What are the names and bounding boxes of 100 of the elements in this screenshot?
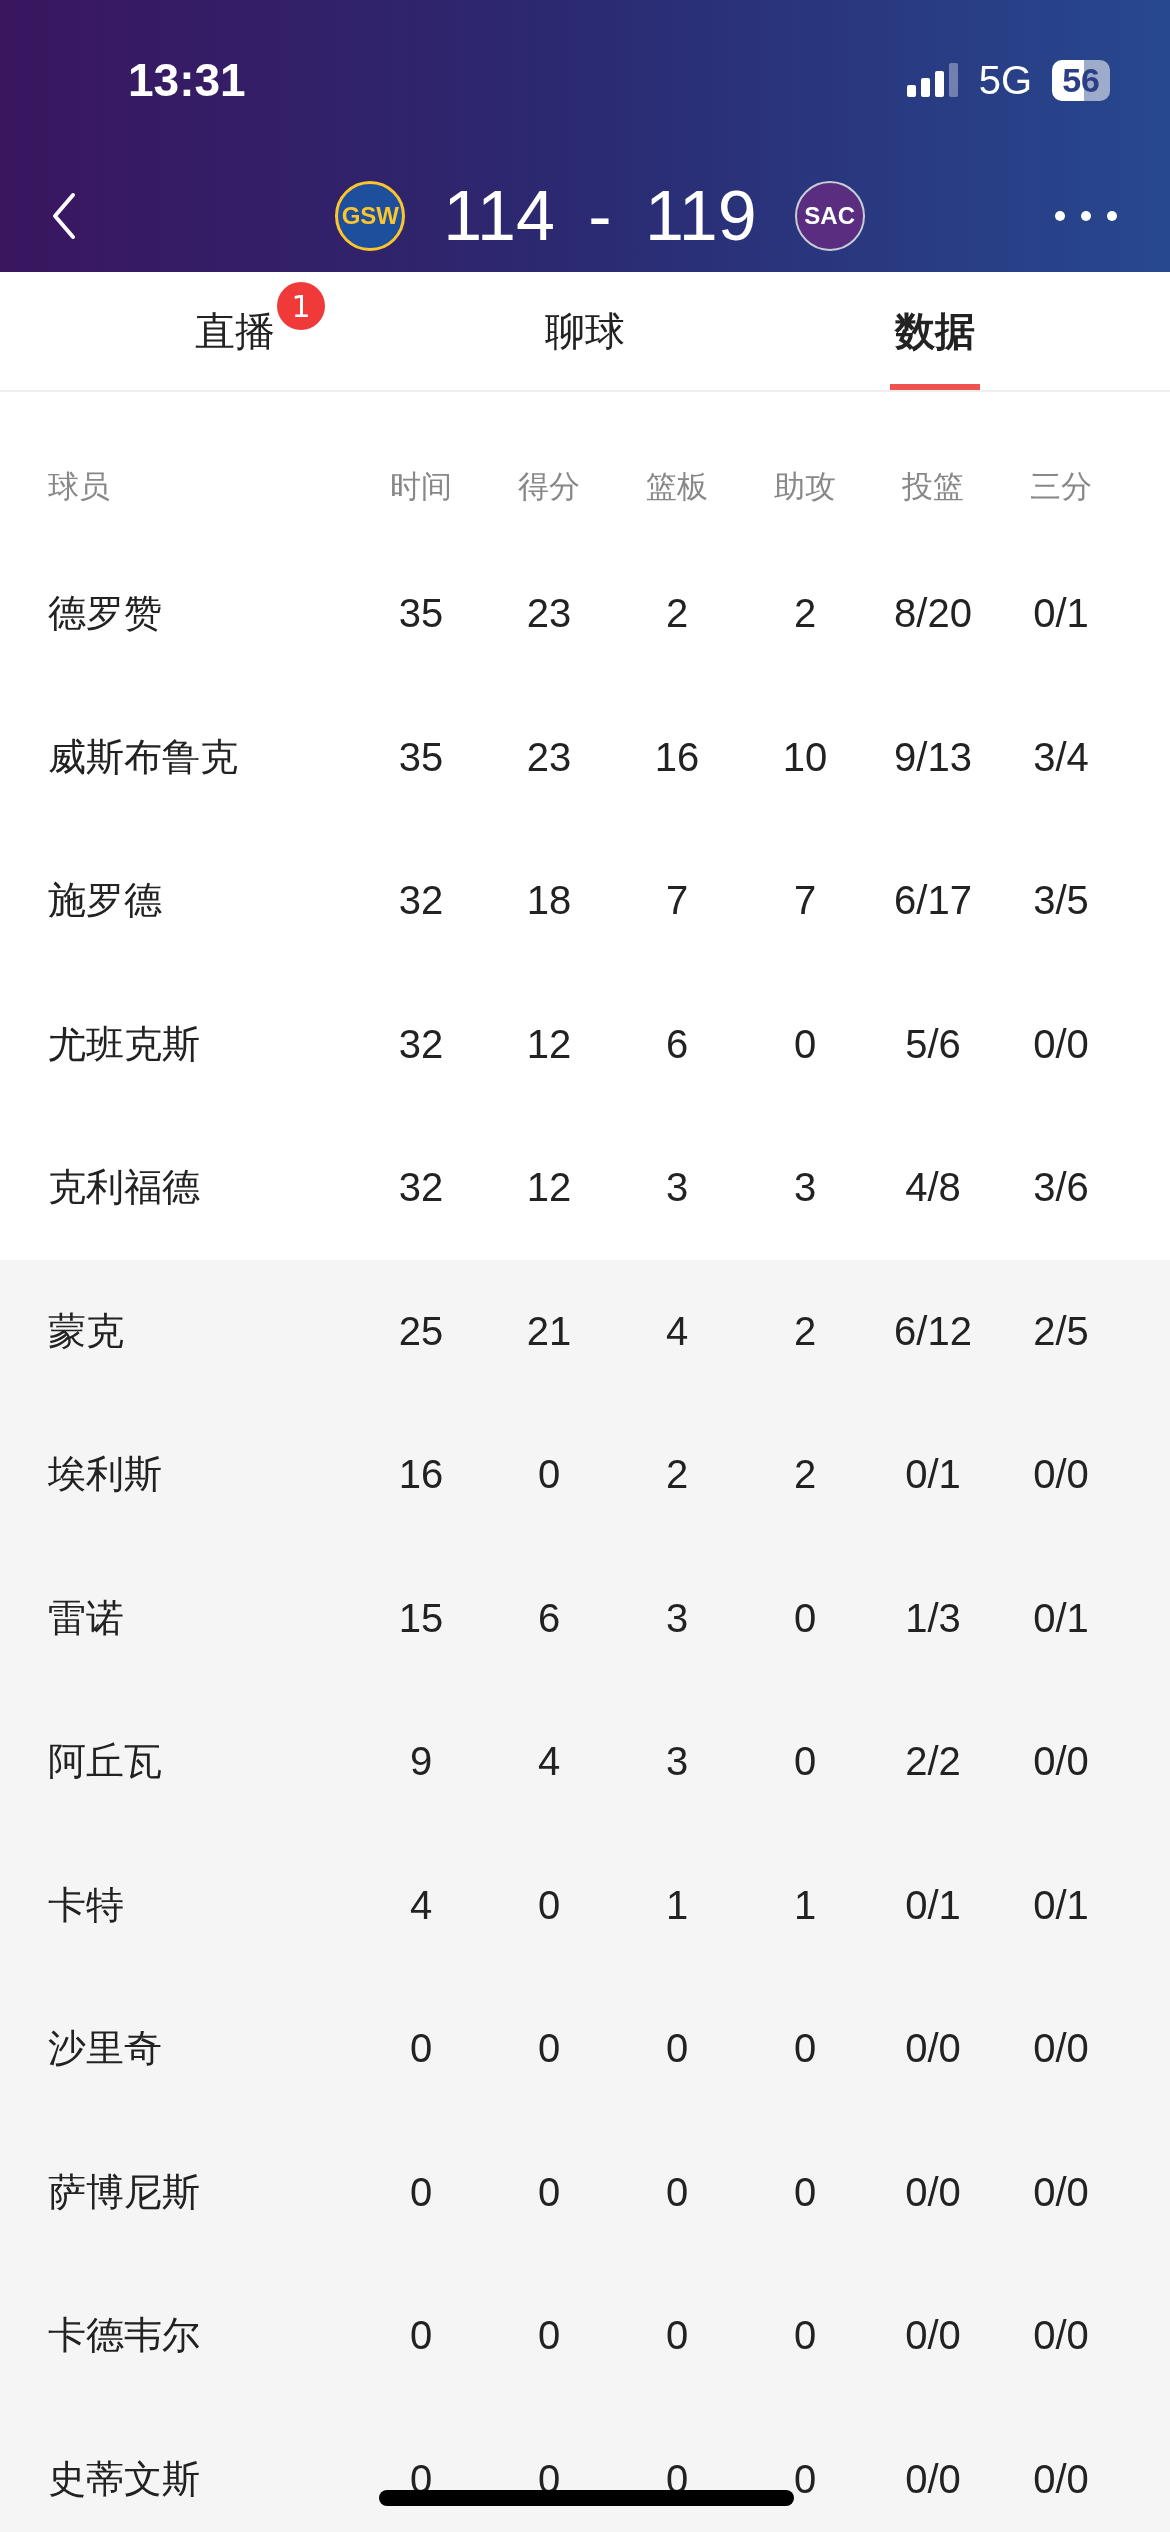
stat-cell-text: 3	[664, 1595, 690, 1641]
stat-cell-text: 3	[792, 1165, 818, 1211]
player-name: 沙里奇	[47, 2025, 163, 2073]
stat-cell-text: 0	[536, 2169, 562, 2215]
stat-cell-text: 23	[525, 734, 573, 780]
stat-cell-text: 0/0	[1032, 2169, 1090, 2215]
player-name: 埃利斯	[47, 1451, 163, 1499]
stat-cell-text: 18	[525, 878, 573, 924]
stat-cell-text: 32	[397, 878, 445, 924]
stat-cell-text: 3/5	[1032, 878, 1090, 924]
column-header: 得分	[517, 467, 581, 506]
stat-cell-text: 0	[792, 1595, 818, 1641]
stat-cell-text: 6/12	[893, 1308, 973, 1354]
stat-cell-text: 21	[525, 1308, 573, 1354]
stat-cell-text: 10	[781, 734, 829, 780]
stat-cell-text: 0	[792, 2026, 818, 2072]
player-name: 雷诺	[47, 1594, 125, 1642]
stat-cell-text: 9/13	[893, 734, 973, 780]
stat-cell-text: 3/4	[1032, 734, 1090, 780]
stat-cell-text: 3	[664, 1165, 690, 1211]
stat-cell-text: 0/1	[904, 1452, 962, 1498]
player-name: 施罗德	[47, 877, 163, 925]
stat-cell-text: 0/0	[904, 2313, 962, 2359]
tab[interactable]: 聊球	[410, 272, 760, 390]
stat-cell-text: 0/1	[1032, 591, 1090, 637]
stat-cell-text: 2	[664, 591, 690, 637]
stat-cell-text: 7	[792, 878, 818, 924]
stat-cell-text: 1	[792, 1882, 818, 1928]
stat-cell-text: 2/2	[904, 1739, 962, 1785]
network-label: 5G	[978, 57, 1033, 103]
stat-cell-text: 6	[664, 1021, 690, 1067]
stat-cell-text: 0	[792, 2169, 818, 2215]
status-time: 13:31	[128, 53, 246, 107]
stat-cell-text: 0/0	[1032, 1452, 1090, 1498]
stat-cell-text: 3/6	[1032, 1165, 1090, 1211]
stat-cell-text: 12	[525, 1021, 573, 1067]
stat-cell-text: 0	[408, 2026, 434, 2072]
back-icon[interactable]	[52, 192, 76, 240]
tab[interactable]: 直播 1	[60, 272, 410, 390]
stat-cell-text: 0/1	[1032, 1595, 1090, 1641]
stat-cell-text: 15	[397, 1595, 445, 1641]
stat-cell-text: 0	[536, 1882, 562, 1928]
stat-cell-text: 35	[397, 591, 445, 637]
player-name: 卡特	[47, 1881, 125, 1929]
stat-cell-text: 6	[536, 1595, 562, 1641]
stat-cell-text: 0/0	[1032, 2456, 1090, 2502]
stat-cell-text: 1	[664, 1882, 690, 1928]
stat-cell-text: 4	[408, 1882, 434, 1928]
player-name: 阿丘瓦	[47, 1738, 163, 1786]
stat-cell-text: 0	[792, 2456, 818, 2502]
stat-cell-text: 4	[536, 1739, 562, 1785]
stat-cell-text: 0/0	[904, 2026, 962, 2072]
stat-cell-text: 0	[792, 2313, 818, 2359]
stat-cell-text: 16	[397, 1452, 445, 1498]
player-name: 威斯布鲁克	[47, 733, 239, 781]
stat-cell-text: 0/0	[1032, 1739, 1090, 1785]
player-name: 卡德韦尔	[47, 2312, 201, 2360]
stat-cell-text: 5/6	[904, 1021, 962, 1067]
tab[interactable]: 数据	[760, 272, 1110, 390]
stat-cell-text: 0/0	[904, 2169, 962, 2215]
player-name: 萨博尼斯	[47, 2168, 201, 2216]
stat-cell-text: 4	[664, 1308, 690, 1354]
notification-badge: 1	[277, 282, 325, 330]
stat-cell-text: 0	[792, 1021, 818, 1067]
stat-cell-text: 0	[408, 2169, 434, 2215]
player-name: 史蒂文斯	[47, 2455, 201, 2503]
stat-cell-text: 0	[664, 2313, 690, 2359]
stat-cell-text: 9	[408, 1739, 434, 1785]
stat-cell-text: 2/5	[1032, 1308, 1090, 1354]
stat-cell-text: 0/1	[904, 1882, 962, 1928]
stat-cell-text: 0/0	[1032, 2026, 1090, 2072]
stat-cell-text: 0/0	[1032, 1021, 1090, 1067]
stat-cell-text: 0/0	[1032, 2313, 1090, 2359]
stat-cell-text: 0	[664, 2026, 690, 2072]
signal-icon	[906, 63, 959, 97]
stat-cell-text: 2	[664, 1452, 690, 1498]
stat-cell-text: 25	[397, 1308, 445, 1354]
stat-cell-text: 8/20	[893, 591, 973, 637]
stat-cell-text: 1/3	[904, 1595, 962, 1641]
stat-cell-text: 23	[525, 591, 573, 637]
game-score: 114 - 119	[443, 176, 757, 256]
stat-cell-text: 0	[536, 1452, 562, 1498]
stat-cell-text: 0	[408, 2313, 434, 2359]
stat-cell-text: 32	[397, 1021, 445, 1067]
player-name: 尤班克斯	[47, 1020, 201, 1068]
team-logo: SAC	[794, 181, 865, 251]
column-header: 球员	[47, 467, 111, 506]
stat-cell-text: 32	[397, 1165, 445, 1211]
more-icon[interactable]	[1054, 210, 1118, 222]
stat-cell-text: 0/0	[904, 2456, 962, 2502]
stat-cell-text: 2	[792, 1452, 818, 1498]
stat-cell-text: 2	[792, 591, 818, 637]
player-name: 蒙克	[47, 1307, 125, 1355]
stat-cell-text: 2	[792, 1308, 818, 1354]
stat-cell-text: 4/8	[904, 1165, 962, 1211]
stat-cell-text: 0	[664, 2169, 690, 2215]
stat-cell-text: 3	[664, 1739, 690, 1785]
stat-cell-text: 0	[536, 2026, 562, 2072]
stat-cell-text: 0/1	[1032, 1882, 1090, 1928]
stat-cell-text: 16	[653, 734, 701, 780]
